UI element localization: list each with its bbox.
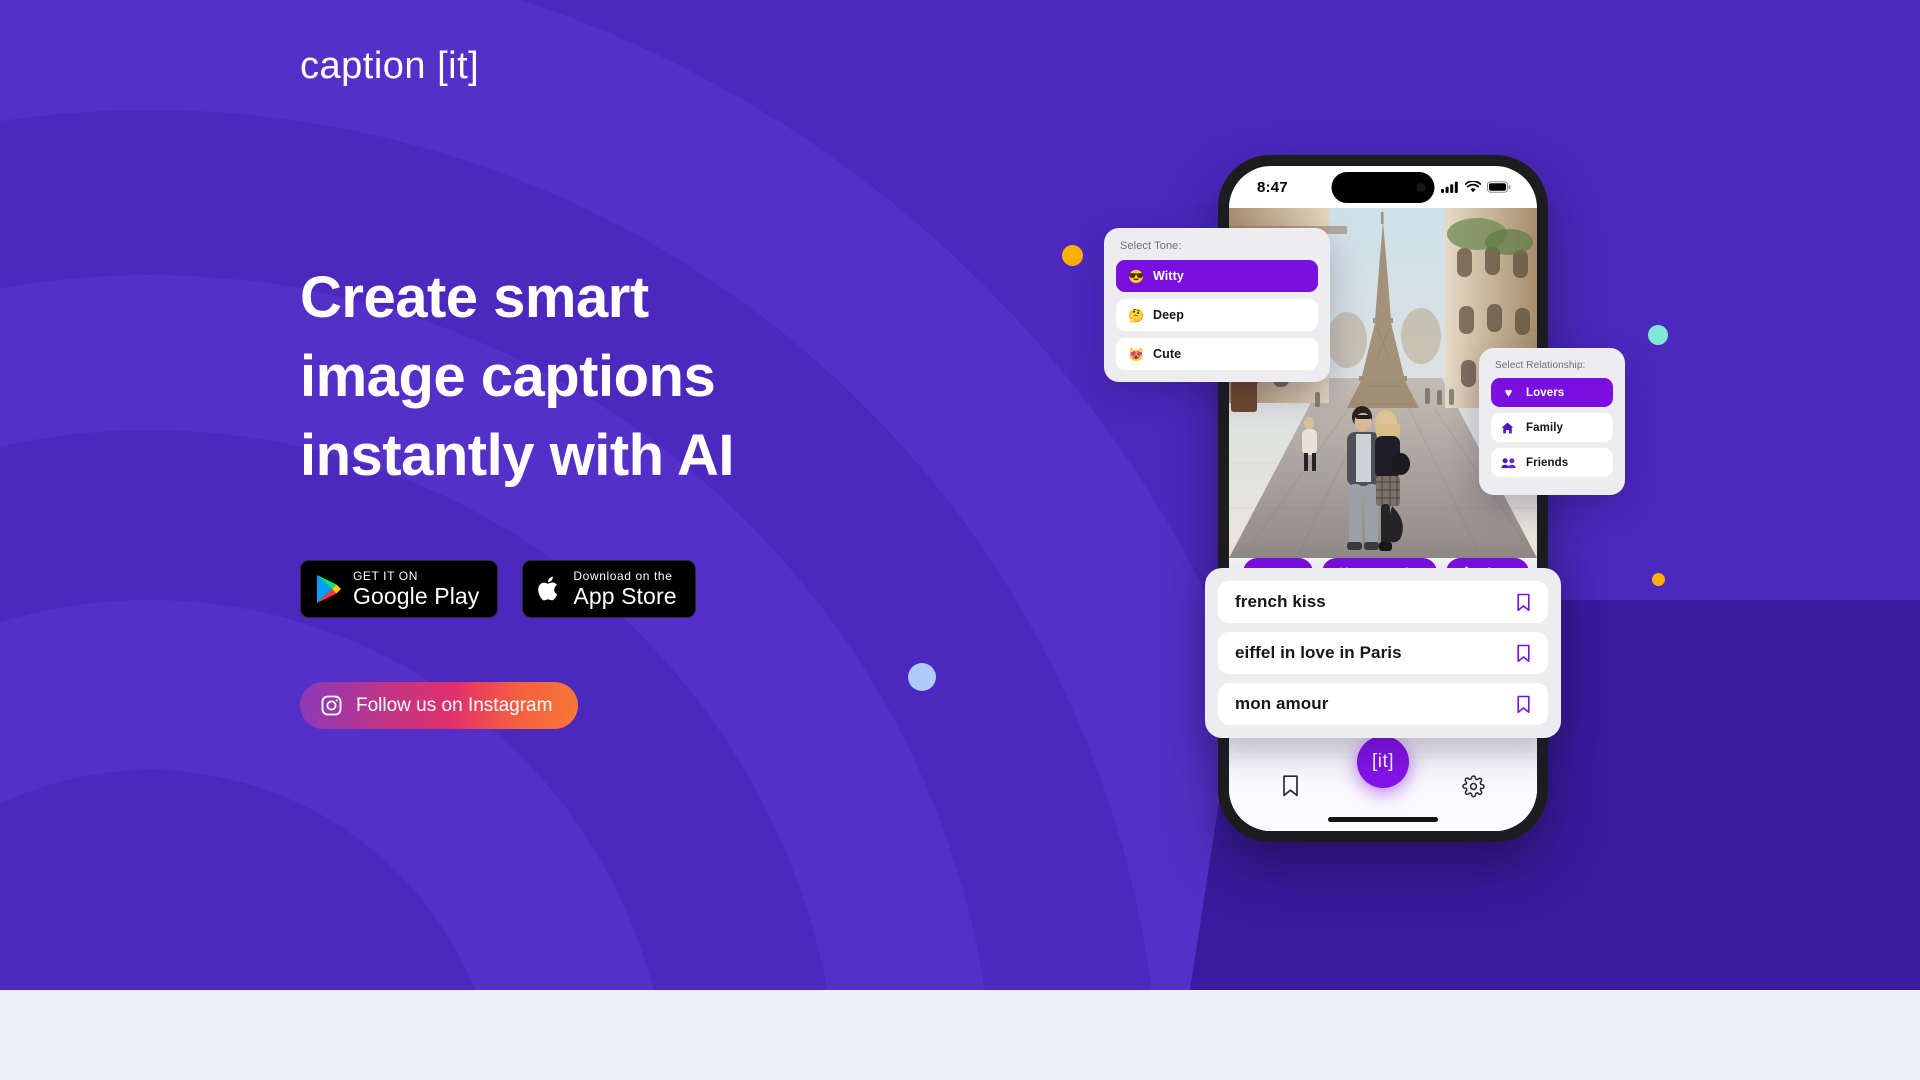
google-play-icon [315, 574, 342, 604]
google-play-label: Google Play [353, 583, 480, 609]
bookmark-outline-icon[interactable] [1516, 695, 1531, 714]
instagram-label: Follow us on Instagram [356, 694, 553, 716]
thinking-face-emoji: 🤔 [1128, 307, 1145, 323]
app-store-small-label: Download on the [573, 569, 673, 583]
gear-icon[interactable] [1462, 774, 1485, 798]
smiling-cat-emoji: 😻 [1128, 346, 1145, 362]
select-tone-card: Select Tone: 😎 Witty 🤔 Deep 😻 Cute [1104, 228, 1330, 382]
relationship-option-lovers[interactable]: ♥ Lovers [1491, 378, 1613, 407]
mint-dot-right [1648, 325, 1668, 345]
bookmark-icon[interactable] [1281, 774, 1300, 798]
headline-line-2: image captions [300, 344, 716, 409]
caption-text: mon amour [1235, 694, 1329, 713]
relationship-label-family: Family [1526, 421, 1564, 434]
dynamic-island [1331, 172, 1435, 203]
home-indicator [1328, 817, 1438, 822]
tone-option-cute[interactable]: 😻 Cute [1116, 338, 1318, 370]
app-store-label: App Store [573, 583, 677, 609]
caption-text: french kiss [1235, 592, 1326, 611]
caption-row[interactable]: french kiss [1218, 581, 1548, 623]
bookmark-outline-icon[interactable] [1516, 593, 1531, 612]
relationship-label-lovers: Lovers [1526, 386, 1565, 399]
orange-dot-right [1652, 573, 1665, 586]
headline-line-3: instantly with AI [300, 423, 735, 488]
brand-logo[interactable]: caption [it] [300, 45, 479, 88]
apple-icon [537, 574, 562, 604]
relationship-label-friends: Friends [1526, 456, 1569, 469]
cellular-signal-icon [1441, 181, 1459, 193]
select-relationship-card: Select Relationship: ♥ Lovers Family Fri… [1479, 348, 1625, 495]
orange-dot-top [1062, 245, 1083, 266]
google-play-small-label: GET IT ON [353, 569, 418, 583]
relationship-option-family[interactable]: Family [1491, 413, 1613, 442]
fab-label: [it] [1371, 751, 1395, 772]
select-relationship-title: Select Relationship: [1495, 360, 1586, 371]
hero-section: caption [it] Create smart image captions… [0, 0, 1920, 990]
google-play-button[interactable]: GET IT ON Google Play [300, 560, 499, 618]
tone-label-cute: Cute [1153, 347, 1182, 361]
battery-icon [1487, 181, 1511, 193]
heart-icon: ♥ [1504, 385, 1513, 400]
headline-line-1: Create smart [300, 265, 649, 330]
tone-option-witty[interactable]: 😎 Witty [1116, 260, 1318, 292]
people-icon [1501, 457, 1516, 469]
front-camera-icon [1416, 183, 1426, 192]
generate-caption-fab[interactable]: [it] [1357, 736, 1409, 788]
wifi-icon [1465, 181, 1481, 193]
select-tone-title: Select Tone: [1120, 240, 1182, 252]
status-time: 8:47 [1257, 178, 1288, 196]
caption-row[interactable]: eiffel in love in Paris [1218, 632, 1548, 674]
status-bar: 8:47 [1229, 166, 1537, 208]
tone-label-witty: Witty [1153, 269, 1184, 283]
store-badges: GET IT ON Google Play Download on the Ap… [300, 560, 696, 618]
app-store-button[interactable]: Download on the App Store [522, 560, 696, 618]
instagram-follow-button[interactable]: Follow us on Instagram [300, 682, 579, 729]
tone-option-deep[interactable]: 🤔 Deep [1116, 299, 1318, 331]
instagram-icon [320, 694, 343, 717]
relationship-option-friends[interactable]: Friends [1491, 448, 1613, 477]
caption-row[interactable]: mon amour [1218, 683, 1548, 725]
caption-results-card: french kiss eiffel in love in Paris mon … [1205, 568, 1561, 738]
caption-text: eiffel in love in Paris [1235, 643, 1402, 662]
sunglasses-face-emoji: 😎 [1128, 268, 1145, 284]
home-icon [1501, 422, 1516, 434]
footer-strip [0, 990, 1920, 1080]
page-title: Create smart image captions instantly wi… [300, 258, 735, 495]
blue-dot-center [908, 663, 936, 691]
tone-label-deep: Deep [1153, 308, 1184, 322]
bookmark-outline-icon[interactable] [1516, 644, 1531, 663]
